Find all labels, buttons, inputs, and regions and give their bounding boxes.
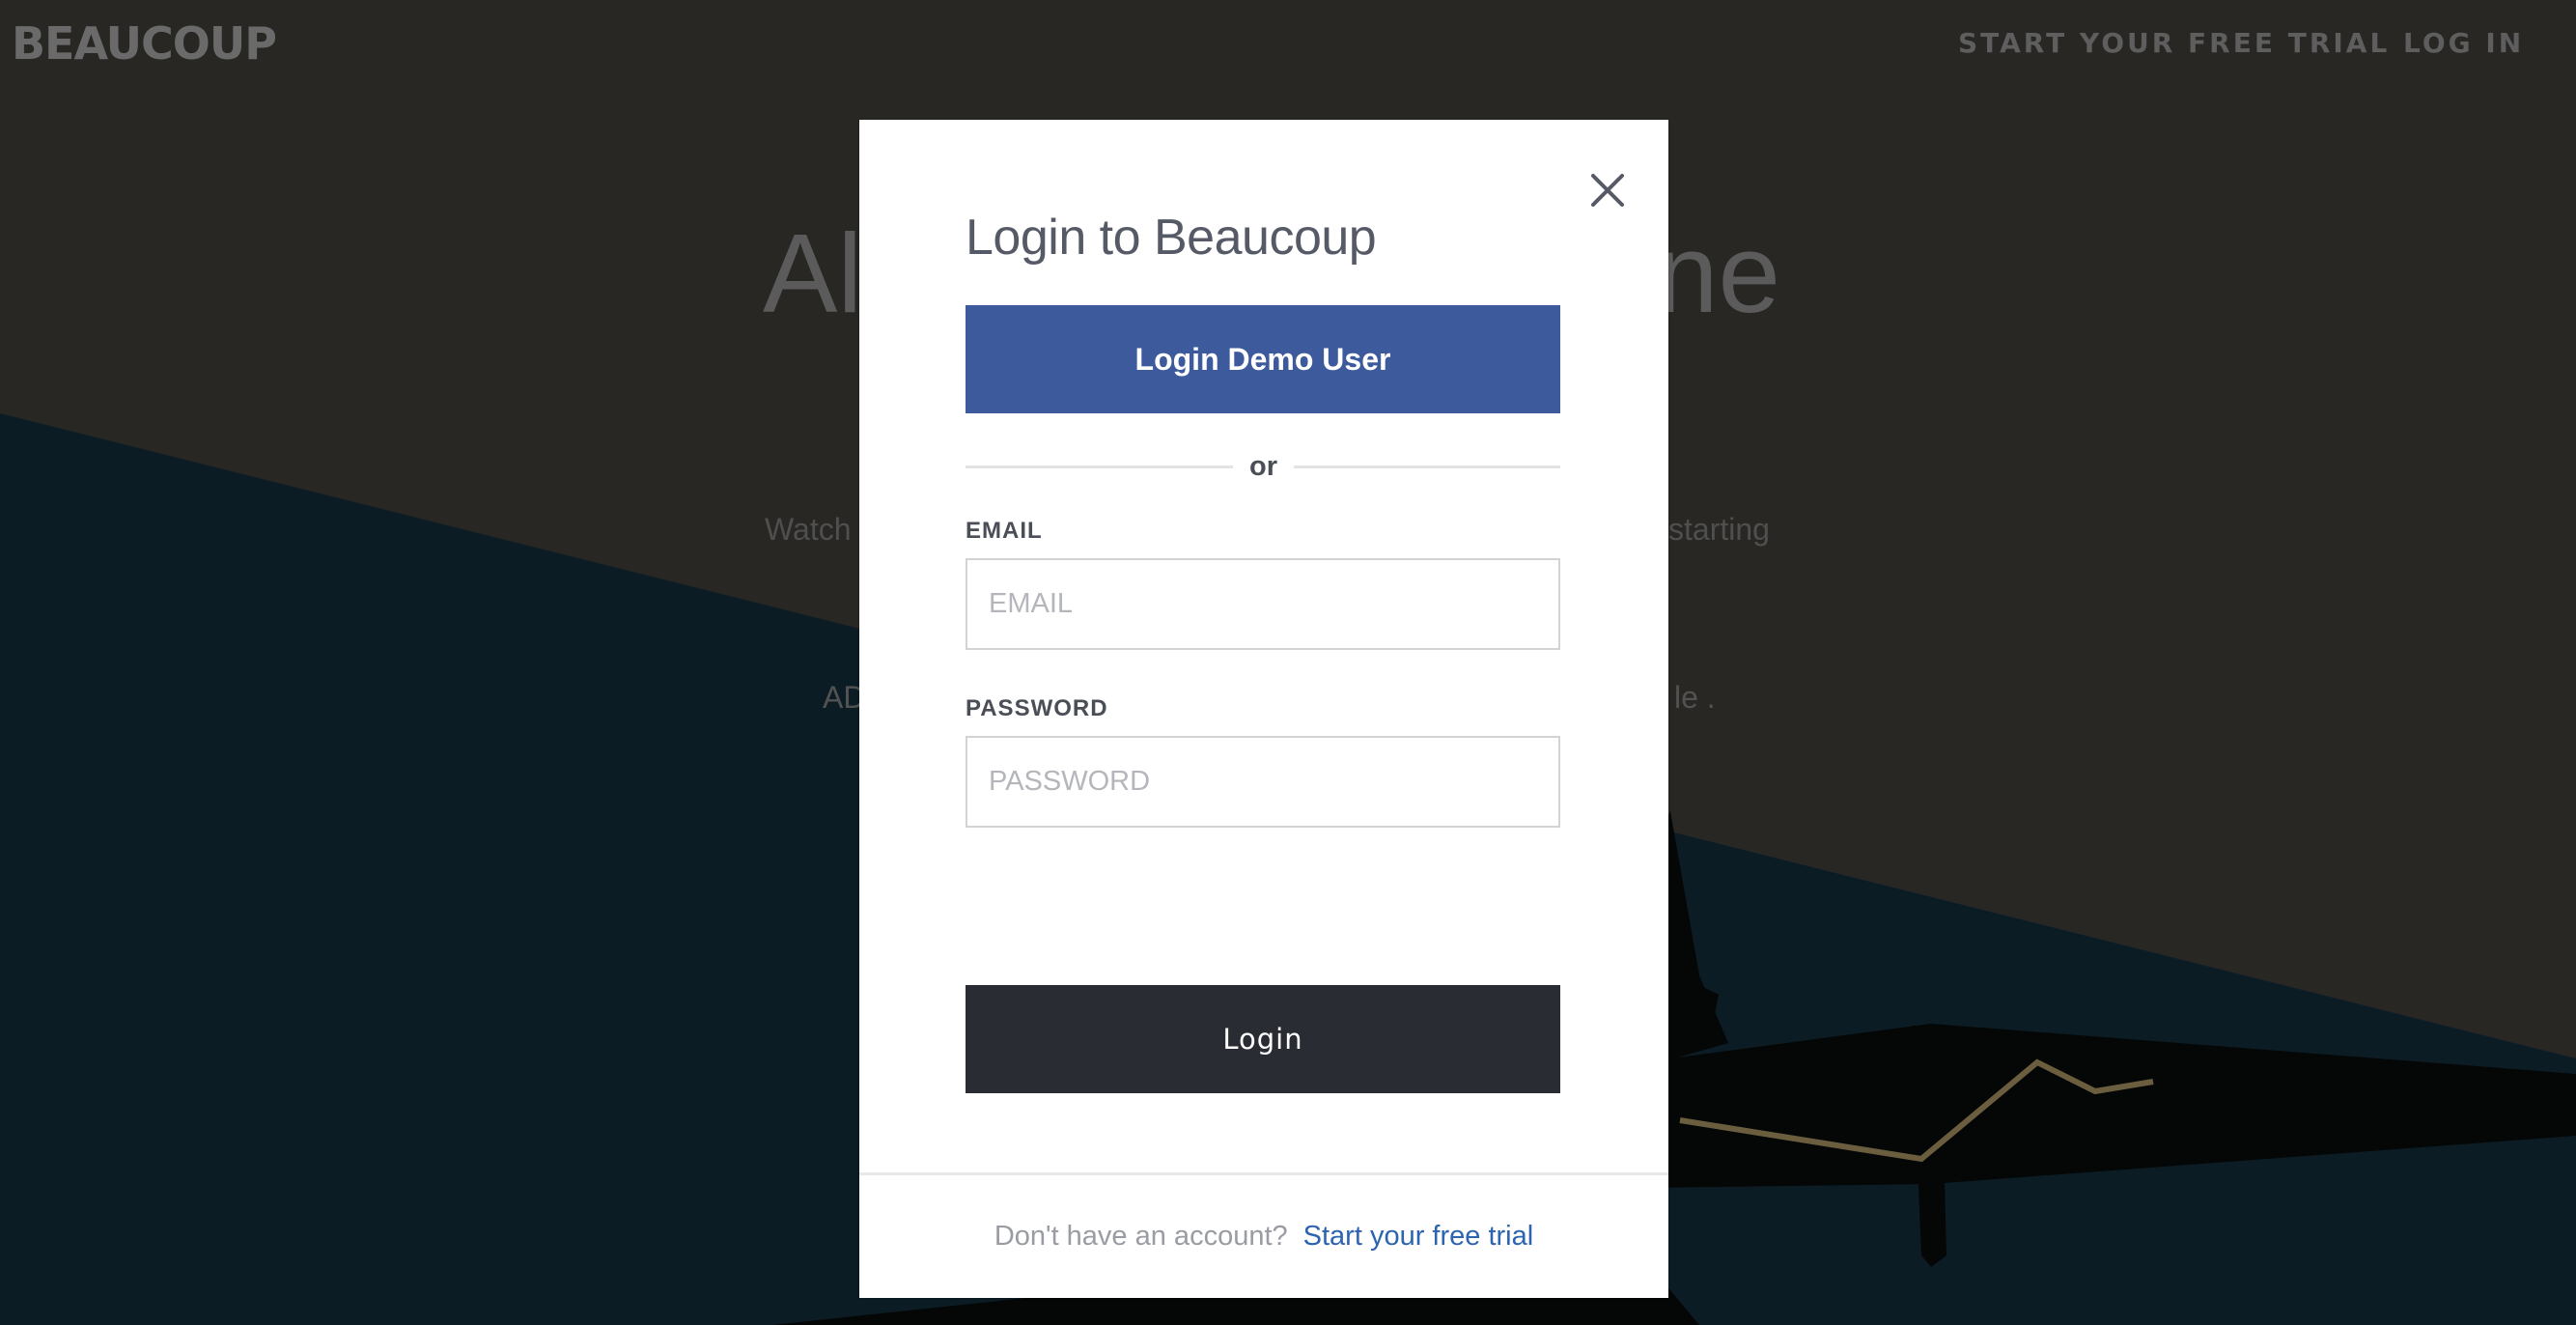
hero-subtitle-right: starting bbox=[1668, 512, 1770, 547]
modal-footer: Don't have an account? Start your free t… bbox=[859, 1172, 1668, 1298]
start-free-trial-link[interactable]: Start your free trial bbox=[1303, 1221, 1534, 1253]
close-button[interactable] bbox=[1583, 166, 1632, 214]
nav-log-in[interactable]: LOG IN bbox=[2403, 27, 2524, 59]
hero-subtitle-left: Watch bbox=[765, 512, 852, 547]
email-field[interactable] bbox=[966, 558, 1560, 650]
hero-ad-right: le . bbox=[1674, 680, 1716, 715]
login-button[interactable]: Login bbox=[966, 985, 1560, 1093]
divider-line-left bbox=[966, 465, 1233, 468]
password-field[interactable] bbox=[966, 736, 1560, 828]
divider-or-label: or bbox=[1249, 451, 1277, 482]
login-demo-user-button[interactable]: Login Demo User bbox=[966, 305, 1560, 413]
footer-text: Don't have an account? bbox=[994, 1221, 1288, 1252]
close-icon[interactable] bbox=[1583, 166, 1632, 214]
nav-start-free-trial[interactable]: START YOUR FREE TRIAL bbox=[1958, 27, 2390, 59]
divider-line-right bbox=[1294, 465, 1560, 468]
password-label: PASSWORD bbox=[966, 695, 1108, 721]
hero-title-right: ne bbox=[1656, 211, 1781, 336]
brand-logo[interactable]: BEAUCOUP bbox=[12, 17, 277, 70]
modal-title: Login to Beaucoup bbox=[966, 210, 1377, 266]
email-label: EMAIL bbox=[966, 518, 1043, 544]
login-modal: Login to Beaucoup Login Demo User or EMA… bbox=[859, 120, 1668, 1298]
hero-title-left: Al bbox=[763, 211, 863, 336]
